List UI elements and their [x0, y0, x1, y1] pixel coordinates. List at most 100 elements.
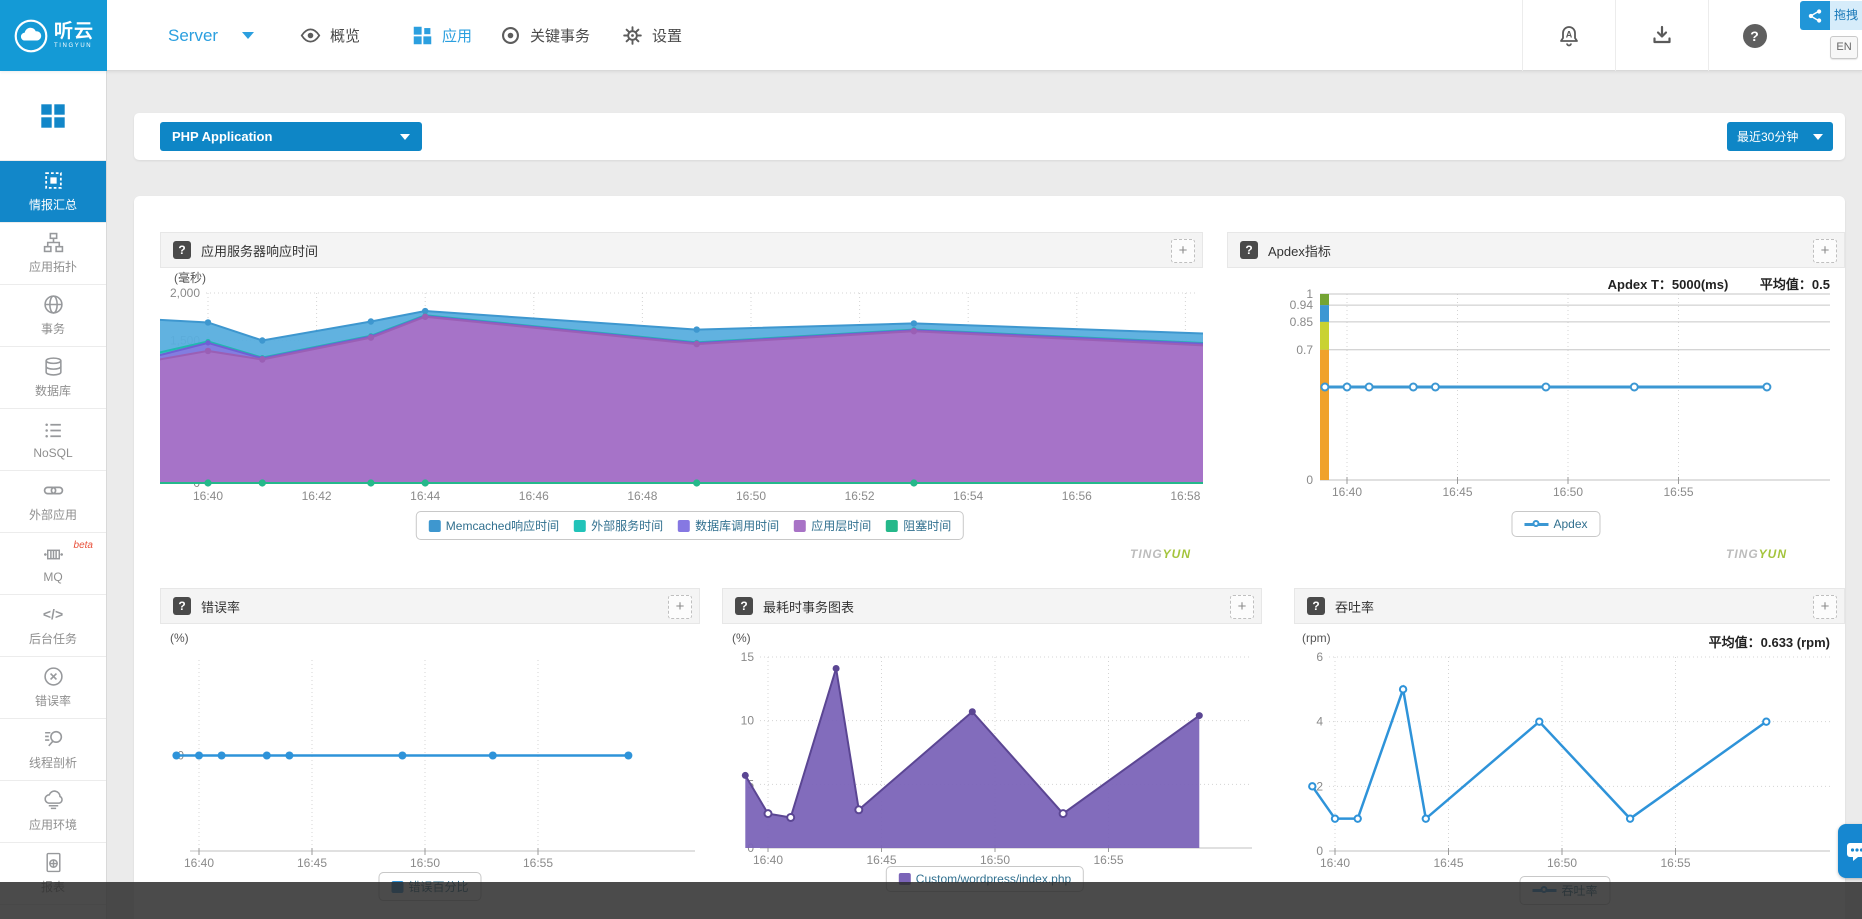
svg-text:16:40: 16:40: [1332, 485, 1362, 499]
svg-text:16:45: 16:45: [1433, 856, 1463, 870]
svg-text:2,000: 2,000: [170, 286, 200, 300]
expand-panel-button[interactable]: +: [668, 595, 692, 619]
sidebar-item-bgtask[interactable]: </>后台任务: [0, 595, 106, 657]
svg-text:16:50: 16:50: [1553, 485, 1583, 499]
svg-text:16:50: 16:50: [736, 489, 766, 503]
svg-text:16:45: 16:45: [1442, 485, 1472, 499]
sidebar-item-label: NoSQL: [33, 446, 72, 460]
nav-item-label: 概览: [330, 25, 360, 46]
sidebar-item-thread[interactable]: 线程剖析: [0, 719, 106, 781]
sidebar-item-label: 数据库: [35, 382, 71, 399]
svg-text:1: 1: [1306, 287, 1313, 301]
download-button[interactable]: [1615, 0, 1708, 71]
svg-text:16:46: 16:46: [519, 489, 549, 503]
throughput-average-value: 平均值：0.633 (rpm): [1709, 635, 1830, 650]
legend-item[interactable]: Apdex: [1524, 517, 1587, 531]
panel-help-icon[interactable]: ?: [1307, 597, 1325, 615]
panel-help-icon[interactable]: ?: [173, 597, 191, 615]
help-button[interactable]: ?: [1708, 0, 1800, 71]
svg-text:16:55: 16:55: [1663, 485, 1693, 499]
nav-item-0[interactable]: 概览: [300, 0, 360, 71]
eye-icon: [300, 25, 321, 46]
svg-text:16:40: 16:40: [184, 856, 214, 870]
svg-text:16:40: 16:40: [193, 489, 223, 503]
sidebar-item-mq[interactable]: MQbeta: [0, 533, 106, 595]
svg-text:16:44: 16:44: [410, 489, 440, 503]
tingyun-watermark: TINGYUN: [1726, 547, 1787, 561]
expand-panel-button[interactable]: +: [1813, 239, 1837, 263]
sidebar-item-appenv[interactable]: 应用环境: [0, 781, 106, 843]
svg-text:(rpm): (rpm): [1302, 631, 1331, 645]
beta-badge: beta: [74, 540, 93, 551]
app-grid-icon: [40, 103, 66, 129]
bottom-promo-bar: [0, 882, 1862, 919]
expand-panel-button[interactable]: +: [1171, 239, 1195, 263]
legend-label: Apdex: [1553, 517, 1587, 531]
svg-text:16:40: 16:40: [753, 853, 783, 867]
summary-icon: [43, 170, 64, 191]
legend-item[interactable]: 阻塞时间: [886, 517, 951, 534]
sidebar-item-label: 事务: [41, 320, 65, 337]
help-icon: ?: [1743, 24, 1767, 48]
throughput-chart: 024616:4016:4516:5016:55(rpm): [1294, 624, 1845, 919]
legend-label: 应用层时间: [811, 517, 871, 534]
app-switcher-button[interactable]: [0, 71, 106, 161]
expand-panel-button[interactable]: +: [1813, 595, 1837, 619]
server-dropdown-label: Server: [168, 26, 218, 46]
language-toggle-button[interactable]: EN: [1830, 36, 1858, 59]
alerts-button[interactable]: A: [1522, 0, 1615, 71]
svg-text:16:55: 16:55: [523, 856, 553, 870]
panel-title: 吞吐率: [1335, 597, 1374, 616]
svg-text:6: 6: [1316, 650, 1323, 664]
server-dropdown[interactable]: Server: [168, 0, 254, 71]
panel-help-icon[interactable]: ?: [1240, 241, 1258, 259]
sidebar-item-label: 情报汇总: [29, 196, 77, 213]
legend-item[interactable]: Memcached响应时间: [429, 517, 559, 534]
svg-text:15: 15: [741, 650, 755, 664]
sidebar-item-external[interactable]: 外部应用: [0, 471, 106, 533]
feedback-button[interactable]: [1838, 824, 1862, 878]
nav-item-1[interactable]: 应用: [412, 0, 472, 71]
sidebar-item-error[interactable]: 错误率: [0, 657, 106, 719]
sidebar-item-summary[interactable]: 情报汇总: [0, 161, 106, 223]
drag-hint[interactable]: 拖拽: [1830, 1, 1862, 30]
chevron-down-icon: [242, 32, 254, 39]
response-time-legend[interactable]: Memcached响应时间外部服务时间 数据库调用时间 应用层时间阻塞时间: [416, 511, 964, 540]
svg-text:16:56: 16:56: [1062, 489, 1092, 503]
mq-icon: [43, 544, 64, 565]
apdex-legend[interactable]: Apdex: [1511, 511, 1600, 537]
sidebar-item-transaction[interactable]: 事务: [0, 285, 106, 347]
legend-label: 数据库调用时间: [695, 517, 779, 534]
nav-item-3[interactable]: 设置: [622, 0, 682, 71]
legend-item[interactable]: 外部服务时间: [574, 517, 663, 534]
svg-text:16:50: 16:50: [410, 856, 440, 870]
legend-item[interactable]: 应用层时间: [794, 517, 871, 534]
time-range-selector[interactable]: 最近30分钟: [1727, 122, 1833, 151]
svg-text:16:54: 16:54: [953, 489, 983, 503]
share-widget[interactable]: [1800, 1, 1830, 30]
target-icon: [500, 25, 521, 46]
svg-text:A: A: [1566, 29, 1573, 39]
logo-cn-text: 听云: [54, 22, 94, 41]
svg-text:16:55: 16:55: [1660, 856, 1690, 870]
tingyun-dashboard: 听云 TINGYUN Server 概览 应用关键事务设置 A ?: [0, 0, 1862, 919]
sidebar-item-topology[interactable]: 应用拓扑: [0, 223, 106, 285]
nav-item-2[interactable]: 关键事务: [500, 0, 590, 71]
panel-help-icon[interactable]: ?: [735, 597, 753, 615]
tingyun-logo[interactable]: 听云 TINGYUN: [0, 0, 107, 71]
logo-en-text: TINGYUN: [54, 43, 94, 49]
sidebar-item-nosql[interactable]: NoSQL: [0, 409, 106, 471]
svg-text:16:40: 16:40: [1320, 856, 1350, 870]
expand-panel-button[interactable]: +: [1230, 595, 1254, 619]
sidebar-item-database[interactable]: 数据库: [0, 347, 106, 409]
svg-text:0.7: 0.7: [1296, 343, 1313, 357]
legend-item[interactable]: 数据库调用时间: [678, 517, 779, 534]
apdex-average-value: 平均值：0.5: [1760, 277, 1830, 292]
error-icon: [43, 666, 64, 687]
svg-text:(%): (%): [732, 631, 751, 645]
transaction-icon: [43, 294, 64, 315]
sidebar-item-label: 外部应用: [29, 506, 77, 523]
nosql-icon: [43, 420, 64, 441]
application-selector[interactable]: PHP Application: [160, 122, 422, 151]
panel-help-icon[interactable]: ?: [173, 241, 191, 259]
